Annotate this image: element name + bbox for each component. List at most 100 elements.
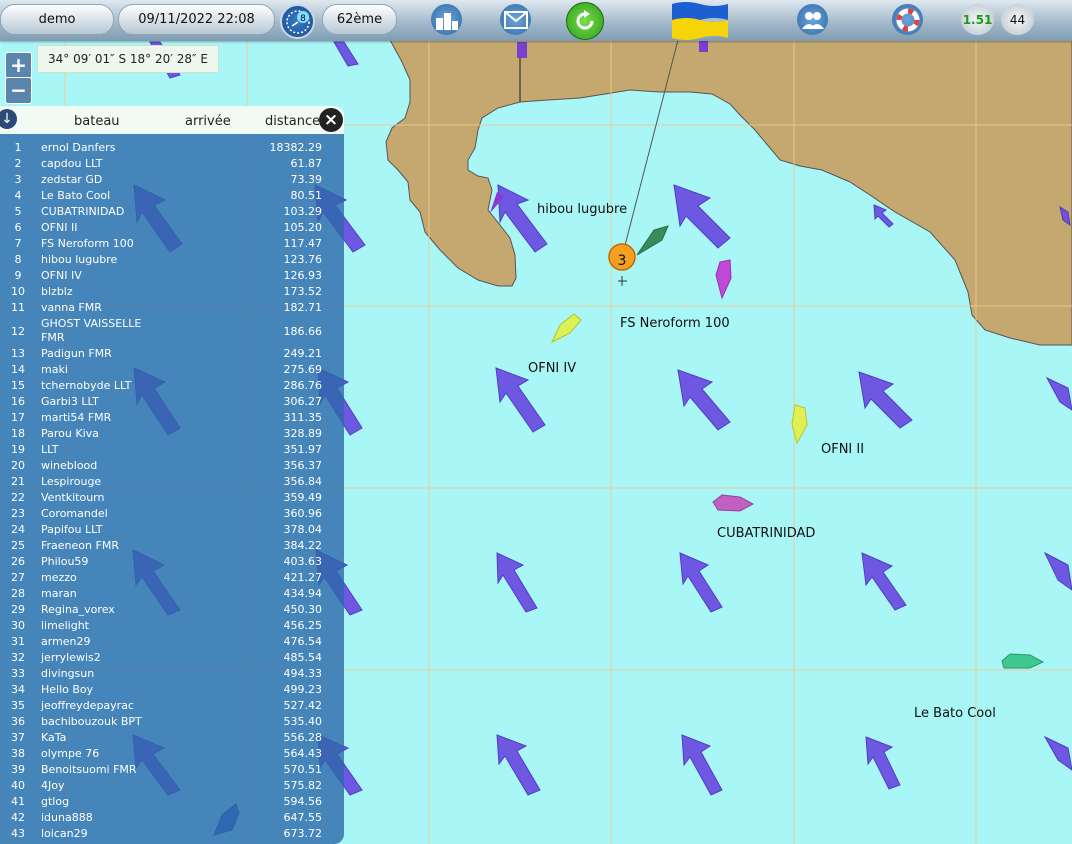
rank-number: 24	[11, 523, 25, 536]
ranking-row[interactable]: 22 Ventkitourn 359.49	[0, 491, 344, 507]
ranking-row[interactable]: 8 hibou lugubre 123.76	[0, 253, 344, 269]
boat-distance: 73.39	[290, 173, 323, 186]
ranking-row[interactable]: 31 armen29 476.54	[0, 635, 344, 651]
mail-icon[interactable]	[500, 4, 531, 35]
user-button[interactable]: demo	[0, 4, 114, 35]
ranking-row[interactable]: 13 Padigun FMR 249.21	[0, 347, 344, 363]
ranking-row[interactable]: 26 Philou59 403.63	[0, 555, 344, 571]
ranking-row[interactable]: 29 Regina_vorex 450.30	[0, 603, 344, 619]
lifebuoy-icon[interactable]	[892, 4, 923, 35]
podium-icon[interactable]	[431, 4, 462, 35]
ranking-row[interactable]: 28 maran 434.94	[0, 587, 344, 603]
boat-name: armen29	[41, 635, 91, 648]
ranking-row[interactable]: 39 Benoitsuomi FMR 570.51	[0, 763, 344, 779]
column-arrival[interactable]: arrivée	[185, 114, 231, 129]
ranking-row[interactable]: 21 Lespirouge 356.84	[0, 475, 344, 491]
ranking-row[interactable]: 23 Coromandel 360.96	[0, 507, 344, 523]
ranking-row[interactable]: 15 tchernobyde LLT 286.76	[0, 379, 344, 395]
boat-name: FS Neroform 100	[41, 237, 134, 250]
ranking-row[interactable]: 24 Papifou LLT 378.04	[0, 523, 344, 539]
ranking-row[interactable]: 36 bachibouzouk BPT 535.40	[0, 715, 344, 731]
boat-name: maki	[41, 363, 68, 376]
rank-number: 40	[11, 779, 25, 792]
boat-name: CUBATRINIDAD	[41, 205, 125, 218]
boat-name: Garbi3 LLT	[41, 395, 99, 408]
boat-distance: 286.76	[283, 379, 323, 392]
boat-name: iduna888	[41, 811, 93, 824]
boat-name: wineblood	[41, 459, 98, 472]
ranking-row[interactable]: 14 maki 275.69	[0, 363, 344, 379]
ranking-row[interactable]: 9 OFNI IV 126.93	[0, 269, 344, 285]
boat-distance: 384.22	[283, 539, 323, 552]
players-icon[interactable]	[797, 4, 828, 35]
boat-name: capdou LLT	[41, 157, 103, 170]
ranking-row[interactable]: 3 zedstar GD 73.39	[0, 173, 344, 189]
boat-name: Le Bato Cool	[41, 189, 111, 202]
ranking-row[interactable]: 5 CUBATRINIDAD 103.29	[0, 205, 344, 221]
boat-distance: 456.25	[283, 619, 323, 632]
ranking-row[interactable]: 33 divingsun 494.33	[0, 667, 344, 683]
ranking-row[interactable]: 12 GHOST VAISSELLE FMR 186.66	[0, 317, 344, 347]
sort-down-icon[interactable]: ↓	[0, 109, 17, 129]
rank-number: 1	[14, 141, 22, 154]
ranking-row[interactable]: 30 limelight 456.25	[0, 619, 344, 635]
boat-name: zedstar GD	[41, 173, 103, 186]
ranking-row[interactable]: 6 OFNI II 105.20	[0, 221, 344, 237]
ranking-row[interactable]: 43 loican29 673.72	[0, 827, 344, 843]
boat-distance: 360.96	[283, 507, 323, 520]
ranking-row[interactable]: 20 wineblood 356.37	[0, 459, 344, 475]
column-boat[interactable]: bateau	[74, 114, 120, 129]
close-icon[interactable]: ×	[319, 108, 343, 132]
ranking-row[interactable]: 7 FS Neroform 100 117.47	[0, 237, 344, 253]
ranking-row[interactable]: 19 LLT 351.97	[0, 443, 344, 459]
refresh-icon[interactable]	[566, 2, 604, 40]
ranking-row[interactable]: 35 jeoffreydepayrac 527.42	[0, 699, 344, 715]
rank-number: 16	[11, 395, 25, 408]
boat-name: jerrylewis2	[41, 651, 101, 664]
ranking-list[interactable]: 1 ernol Danfers 18382.29 2 capdou LLT 61.87 3 z…	[0, 134, 344, 844]
ranking-row[interactable]: 17 marti54 FMR 311.35	[0, 411, 344, 427]
ranking-row[interactable]: 18 Parou Kiva 328.89	[0, 427, 344, 443]
ranking-row[interactable]: 34 Hello Boy 499.23	[0, 683, 344, 699]
boat-name: Padigun FMR	[41, 347, 112, 360]
clock-icon[interactable]: 8	[280, 4, 315, 39]
stat2-badge[interactable]: 44	[1001, 4, 1034, 35]
own-boat-marker[interactable]: 3	[608, 243, 636, 271]
ranking-row[interactable]: 41 gtlog 594.56	[0, 795, 344, 811]
boat-name: hibou lugubre	[41, 253, 118, 266]
ranking-row[interactable]: 40 4Joy 575.82	[0, 779, 344, 795]
boat-name: OFNI II	[41, 221, 78, 234]
ranking-row[interactable]: 25 Fraeneon FMR 384.22	[0, 539, 344, 555]
ranking-row[interactable]: 38 olympe 76 564.43	[0, 747, 344, 763]
ranking-header: ↓ bateau arrivée distance ×	[0, 106, 344, 134]
svg-text:8: 8	[300, 14, 306, 24]
rank-number: 29	[11, 603, 25, 616]
boat-distance: 275.69	[283, 363, 323, 376]
zoom-out-button[interactable]: −	[5, 77, 32, 104]
ranking-row[interactable]: 4 Le Bato Cool 80.51	[0, 189, 344, 205]
zoom-in-button[interactable]: +	[5, 52, 32, 79]
boat-distance: 249.21	[283, 347, 323, 360]
rank-button[interactable]: 62ème	[322, 4, 397, 35]
ranking-row[interactable]: 2 capdou LLT 61.87	[0, 157, 344, 173]
rank-number: 41	[11, 795, 25, 808]
ranking-row[interactable]: 37 KaTa 556.28	[0, 731, 344, 747]
ranking-row[interactable]: 16 Garbi3 LLT 306.27	[0, 395, 344, 411]
datetime-display[interactable]: 09/11/2022 22:08	[118, 4, 275, 35]
boat-name: limelight	[41, 619, 89, 632]
coordinates-display: 34° 09′ 01″ S 18° 20′ 28″ E	[37, 45, 219, 73]
boat-name: jeoffreydepayrac	[41, 699, 134, 712]
rank-number: 34	[11, 683, 25, 696]
boat-distance: 535.40	[283, 715, 323, 728]
ranking-row[interactable]: 11 vanna FMR 182.71	[0, 301, 344, 317]
boat-name: 4Joy	[41, 779, 65, 792]
rank-number: 9	[14, 269, 22, 282]
column-distance[interactable]: distance	[265, 114, 320, 129]
rank-number: 27	[11, 571, 25, 584]
ranking-row[interactable]: 27 mezzo 421.27	[0, 571, 344, 587]
ranking-row[interactable]: 1 ernol Danfers 18382.29	[0, 141, 344, 157]
ranking-row[interactable]: 42 iduna888 647.55	[0, 811, 344, 827]
ranking-row[interactable]: 10 blzblz 173.52	[0, 285, 344, 301]
stat1-badge[interactable]: 1.51	[961, 4, 994, 35]
ranking-row[interactable]: 32 jerrylewis2 485.54	[0, 651, 344, 667]
